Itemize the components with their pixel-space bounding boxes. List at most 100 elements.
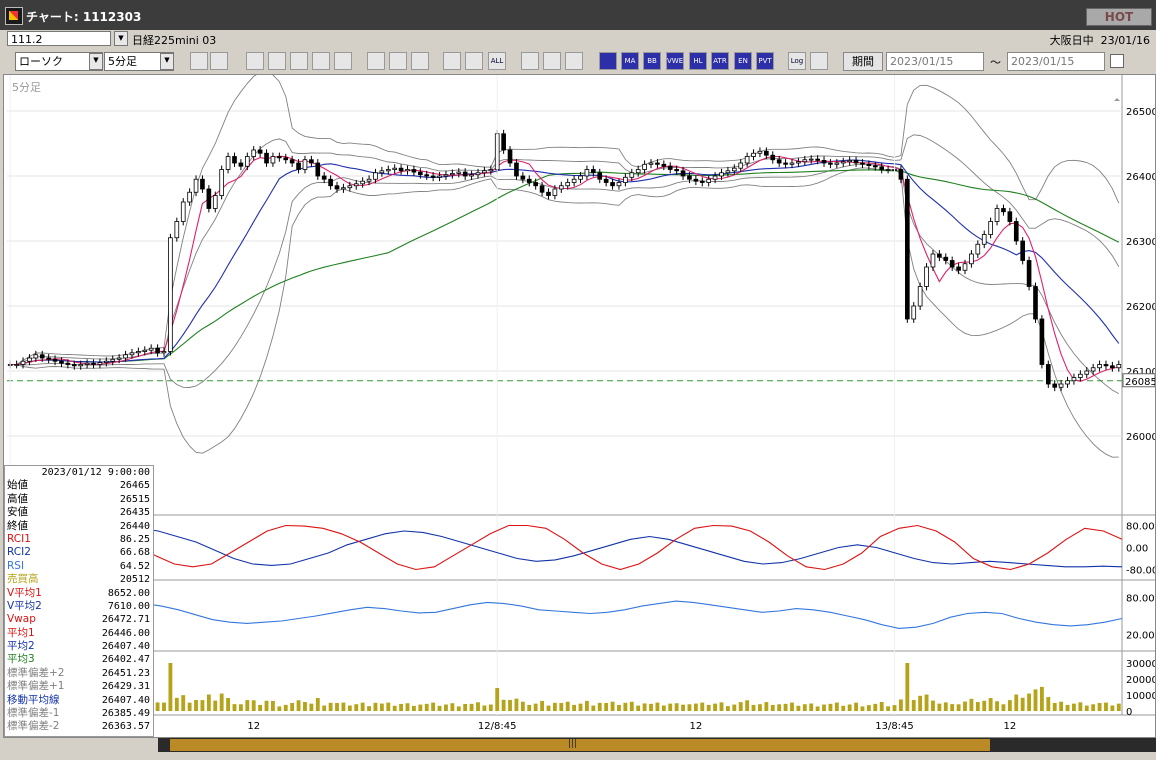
volume-bar xyxy=(738,702,743,711)
color-icon[interactable] xyxy=(565,52,583,70)
hot-button[interactable]: HOT xyxy=(1086,8,1152,26)
compare-icon[interactable] xyxy=(290,52,308,70)
candle-body xyxy=(1097,364,1102,369)
volume-bar xyxy=(982,700,987,711)
horizontal-scrollbar[interactable]: ||| xyxy=(158,738,1156,752)
data-window-label: RSI xyxy=(7,559,25,572)
chart-app-icon xyxy=(5,7,23,25)
data-window-value: 26451.23 xyxy=(101,667,150,679)
candle-body xyxy=(533,182,538,187)
chart-canvas[interactable]: 5分足2650026400263002620026100260002608511… xyxy=(4,75,1155,737)
volume-bar xyxy=(200,700,205,711)
period-button[interactable]: 期間 xyxy=(843,52,883,71)
scrollbar-grip-icon[interactable]: ||| xyxy=(568,739,577,749)
data-window-value: 26363.57 xyxy=(101,721,150,733)
box-icon[interactable] xyxy=(443,52,461,70)
candle-body xyxy=(770,154,776,161)
search-icon[interactable] xyxy=(190,52,208,70)
candle-body xyxy=(610,182,615,187)
pvt-icon[interactable]: PVT xyxy=(756,52,774,70)
candle-body xyxy=(52,358,58,362)
volume-bar xyxy=(661,705,666,711)
volume-bar xyxy=(809,703,814,711)
crosshair-icon[interactable] xyxy=(210,52,228,70)
candle-body xyxy=(1033,286,1038,320)
period-checkbox[interactable] xyxy=(1110,54,1124,68)
candle-body xyxy=(648,162,654,165)
symbol-dropdown-icon[interactable]: ▼ xyxy=(114,31,128,46)
export-icon[interactable] xyxy=(810,52,828,70)
candle-body xyxy=(27,357,32,362)
arrow-icon[interactable] xyxy=(411,52,429,70)
candle-body xyxy=(155,347,160,354)
vwap-icon[interactable]: VWE xyxy=(666,52,684,70)
volume-bar xyxy=(649,703,653,711)
bb-icon[interactable]: BB xyxy=(643,52,661,70)
data-window-value: 26515 xyxy=(119,493,150,505)
volume-bar xyxy=(617,704,621,711)
candle-body xyxy=(821,160,827,164)
data-window-label: 標準偏差+2 xyxy=(7,666,65,679)
line-draw-icon[interactable] xyxy=(367,52,385,70)
volume-bar xyxy=(591,705,596,711)
volume-bar xyxy=(597,702,602,711)
candle-body xyxy=(385,169,391,172)
volume-bar xyxy=(238,704,243,711)
rsi-axis-label: 80.00 xyxy=(1126,593,1155,604)
ma-icon[interactable] xyxy=(599,52,617,70)
candle-body xyxy=(565,182,571,187)
pointer-icon[interactable] xyxy=(389,52,407,70)
time-axis-label: 12/8:45 xyxy=(478,721,517,732)
date-to-input[interactable]: 2023/01/15 xyxy=(1007,52,1105,71)
tools-icon[interactable] xyxy=(543,52,561,70)
atr-icon[interactable]: ATR xyxy=(711,52,729,70)
data-window-row: 標準偏差+1 26429.31 xyxy=(5,680,153,693)
candle-body xyxy=(392,167,398,170)
envelope-icon[interactable]: EN xyxy=(734,52,752,70)
trend-icon[interactable] xyxy=(312,52,330,70)
volume-bar xyxy=(745,700,750,711)
volume-bar xyxy=(303,702,307,711)
data-window-row: 安値 26435 xyxy=(5,506,153,519)
candle-icon[interactable] xyxy=(246,52,264,70)
chart-type-dropdown-icon[interactable]: ▼ xyxy=(89,53,103,70)
data-window-row: 高値 26515 xyxy=(5,493,153,506)
candle-body xyxy=(956,266,961,271)
volume-bar xyxy=(918,695,923,711)
chart-area[interactable]: 5分足2650026400263002620026100260002608511… xyxy=(3,74,1156,738)
candle-body xyxy=(123,354,128,359)
date-to-value: 2023/01/15 xyxy=(1011,55,1075,68)
oscillator-icon[interactable] xyxy=(465,52,483,70)
candle-body xyxy=(546,191,551,196)
candle-body xyxy=(558,185,564,190)
log-icon[interactable]: Log xyxy=(788,52,806,70)
volume-bar xyxy=(706,704,711,711)
candle-body xyxy=(353,183,359,187)
candle-body xyxy=(815,158,820,161)
rci1-line xyxy=(6,524,1123,571)
bar-icon[interactable] xyxy=(334,52,352,70)
scrollbar-thumb[interactable] xyxy=(170,739,990,751)
candle-body xyxy=(456,171,462,174)
data-window-value: 26440 xyxy=(119,520,150,532)
candle-body xyxy=(142,349,148,352)
candle-body xyxy=(148,347,154,351)
symbol-input[interactable]: 111.2 xyxy=(7,31,111,46)
volume-bar xyxy=(1033,689,1038,711)
candle-body xyxy=(847,160,852,163)
volume-bar xyxy=(1084,705,1089,711)
date-from-input[interactable]: 2023/01/15 xyxy=(886,52,984,71)
candle-body xyxy=(924,266,929,287)
interval-dropdown-icon[interactable]: ▼ xyxy=(160,53,174,70)
candle-body xyxy=(46,357,51,360)
data-window-label: 終値 xyxy=(7,519,28,532)
all-icon[interactable]: ALL xyxy=(488,52,506,70)
volume-bar xyxy=(732,704,737,711)
zoom-icon[interactable] xyxy=(268,52,286,70)
hl-icon[interactable]: HL xyxy=(689,52,707,70)
volume-bar xyxy=(873,703,878,711)
candle-body xyxy=(687,175,692,180)
ma2-icon[interactable]: MA xyxy=(621,52,639,70)
volume-bar xyxy=(360,702,365,711)
settings-icon[interactable] xyxy=(521,52,539,70)
